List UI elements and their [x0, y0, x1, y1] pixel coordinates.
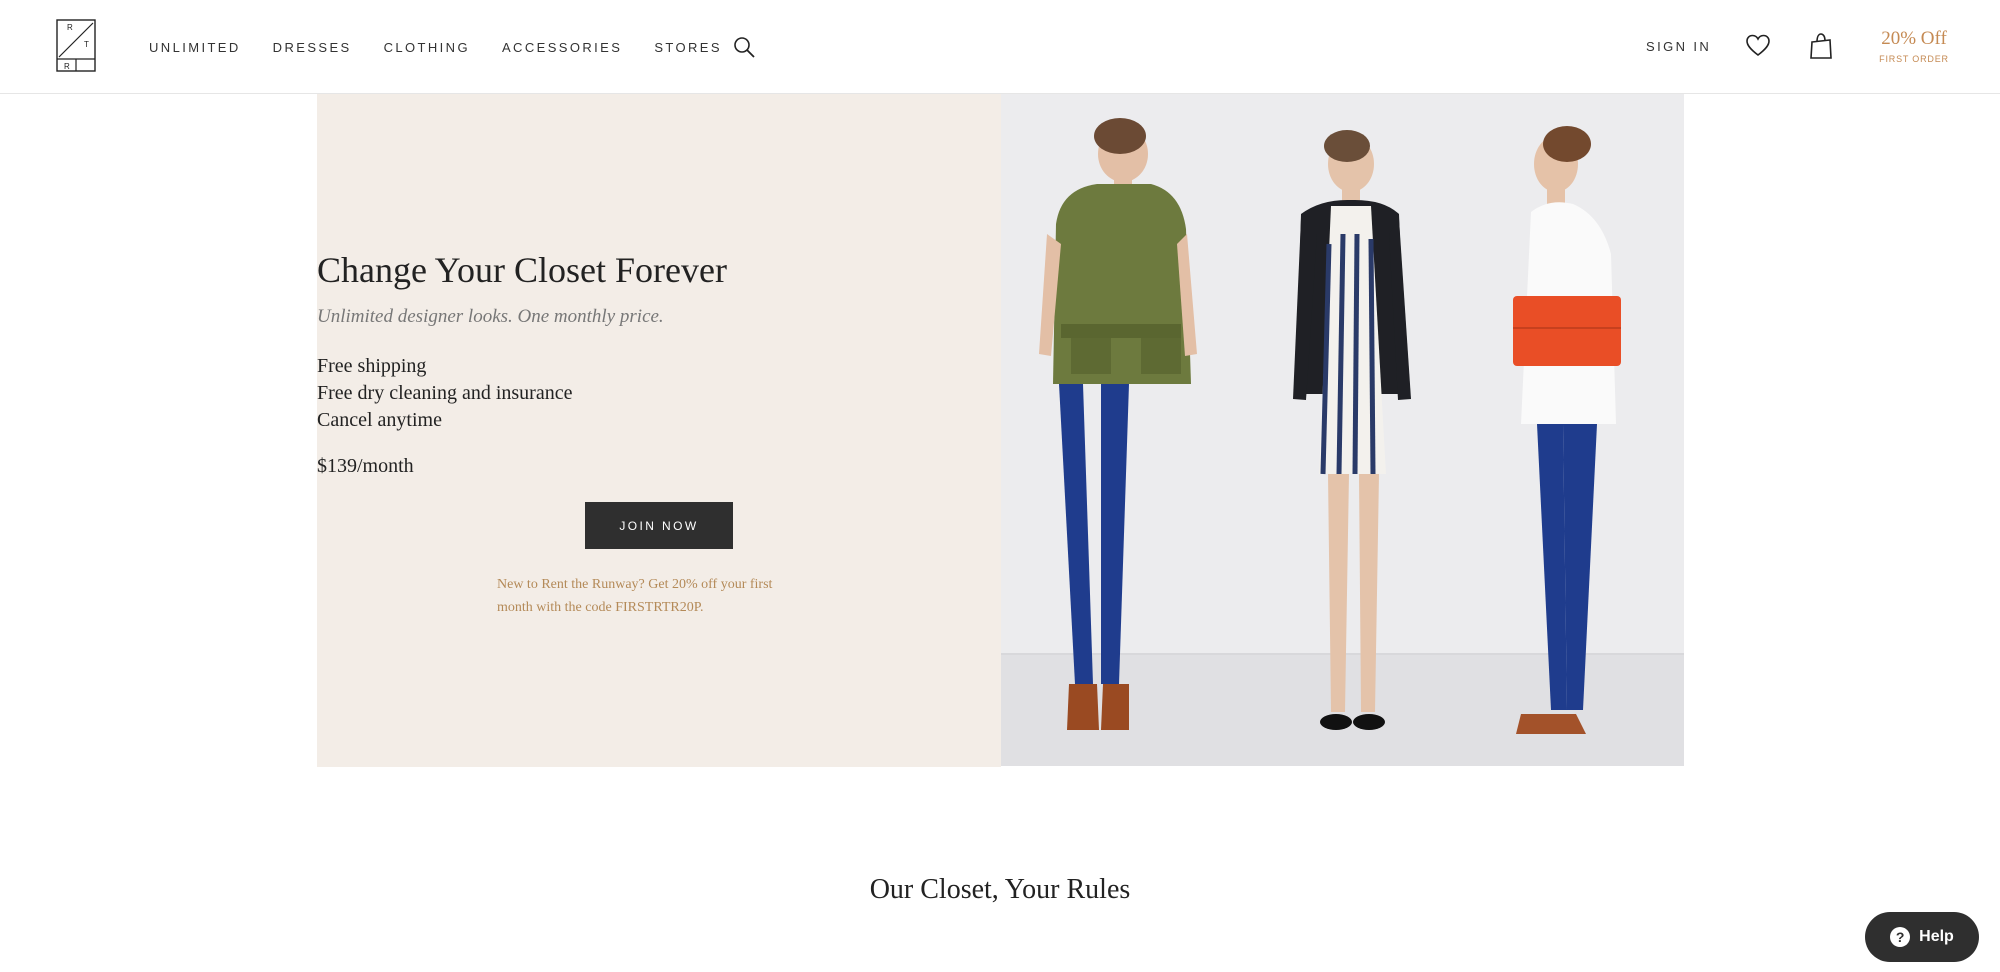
question-mark-icon: ?: [1890, 927, 1911, 947]
nav-accessories[interactable]: ACCESSORIES: [502, 40, 622, 55]
promo-code-line-2: month with the code FIRSTRTR20P.: [497, 600, 704, 615]
heart-icon[interactable]: [1745, 33, 1771, 59]
hero-price: $139/month: [317, 455, 414, 477]
logo-letter-r1: R: [67, 23, 73, 32]
hero-image: [1001, 94, 1684, 766]
shopping-bag-icon[interactable]: [1809, 32, 1833, 60]
help-button[interactable]: ? Help: [1865, 912, 1979, 962]
hero-title: Change Your Closet Forever: [317, 250, 727, 290]
promo-code-line-1: New to Rent the Runway? Get 20% off your…: [497, 577, 773, 592]
feature-free-shipping: Free shipping: [317, 355, 427, 377]
promo-label: FIRST ORDER: [1879, 54, 1949, 64]
hero-banner: Change Your Closet Forever Unlimited des…: [317, 94, 1684, 767]
help-label: Help: [1919, 928, 1954, 945]
join-now-button[interactable]: JOIN NOW: [585, 502, 733, 549]
search-icon[interactable]: [732, 35, 756, 59]
nav-clothing[interactable]: CLOTHING: [384, 40, 470, 55]
models-illustration: [1001, 94, 1684, 766]
promo-discount: 20% Off: [1881, 28, 1947, 49]
logo-letter-t: T: [84, 40, 89, 49]
site-header: R T R UNLIMITED DRESSES CLOTHING ACCESSO…: [0, 0, 2000, 94]
feature-dry-cleaning: Free dry cleaning and insurance: [317, 382, 573, 404]
section-heading: Our Closet, Your Rules: [869, 874, 1131, 905]
feature-cancel: Cancel anytime: [317, 409, 442, 431]
rtr-logo[interactable]: R T R: [56, 19, 96, 72]
promo-code-note: New to Rent the Runway? Get 20% off your…: [497, 573, 821, 619]
hero-features-list: Free shipping Free dry cleaning and insu…: [317, 353, 1001, 434]
main-nav: UNLIMITED DRESSES CLOTHING ACCESSORIES S…: [149, 0, 754, 94]
nav-dresses[interactable]: DRESSES: [273, 40, 352, 55]
sign-in-link[interactable]: SIGN IN: [1646, 39, 1711, 54]
hero-text-panel: Change Your Closet Forever Unlimited des…: [317, 94, 1001, 767]
first-order-promo[interactable]: 20% Off FIRST ORDER: [1862, 28, 1966, 64]
logo-letter-r2: R: [64, 62, 70, 71]
hero-subtitle: Unlimited designer looks. One monthly pr…: [317, 306, 664, 327]
nav-stores[interactable]: STORES: [654, 40, 722, 55]
nav-unlimited[interactable]: UNLIMITED: [149, 40, 241, 55]
